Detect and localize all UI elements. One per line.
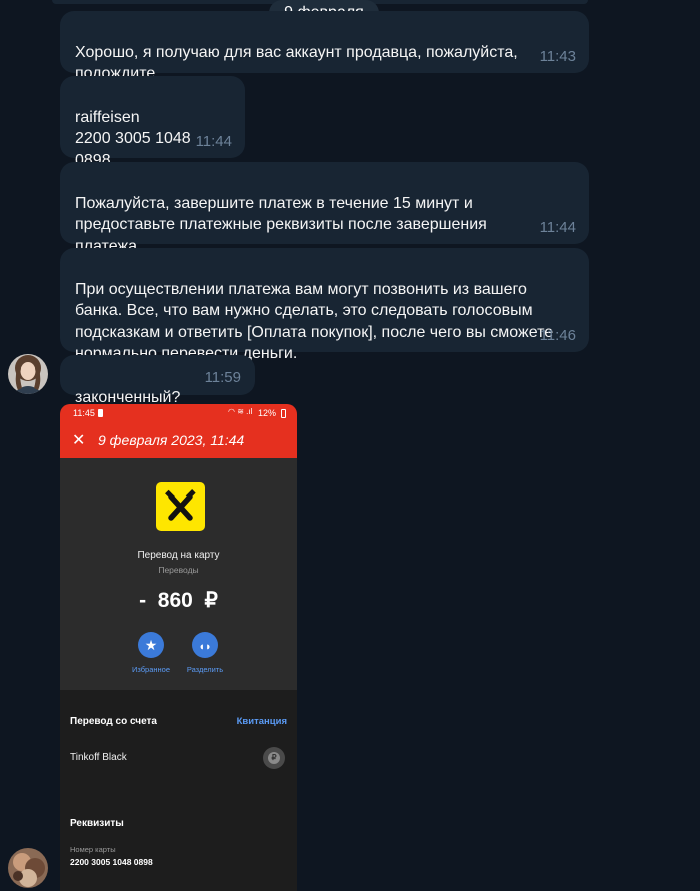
split-button[interactable]: ◖◗ [192, 632, 218, 658]
operation-summary: Перевод на карту Переводы - 860 ₽ ★ ◖◗ И… [60, 458, 297, 690]
from-account-label: Перевод со счета [70, 716, 157, 727]
details-label: Реквизиты [70, 818, 124, 829]
message-time: 11:44 [539, 218, 576, 236]
message-text: При осуществлении платежа вам могут позв… [75, 280, 554, 363]
card-number: 2200 3005 1048 0898 [70, 857, 153, 867]
notification-icon [98, 409, 103, 417]
split-label: Разделить [186, 665, 224, 674]
status-time: 11:45 [73, 408, 95, 418]
message-time: 11:46 [539, 326, 576, 344]
receipt-header: ✕ 9 февраля 2023, 11:44 [60, 424, 297, 458]
operation-category: Переводы [158, 565, 199, 575]
star-icon: ★ [144, 637, 158, 653]
message-bubble[interactable]: Хорошо, я получаю для вас аккаунт продав… [60, 11, 589, 82]
message-bubble[interactable]: При осуществлении платежа вам могут позв… [60, 248, 589, 362]
operation-details: Перевод со счета Квитанция Tinkoff Black… [60, 690, 297, 891]
raiffeisen-logo-icon [156, 482, 205, 531]
split-icon: ◖◗ [198, 641, 212, 653]
message-bubble[interactable]: Пожалуйста, завершите платеж в течение 1… [60, 162, 589, 255]
message-time: 11:59 [204, 368, 241, 386]
favorite-button[interactable]: ★ [138, 632, 164, 658]
status-battery: 12% [258, 408, 277, 418]
user-avatar[interactable] [8, 848, 48, 888]
signal-icon: ◠ ≋ .ıl [228, 407, 253, 416]
sender-avatar[interactable] [8, 354, 48, 394]
message-time: 11:44 [195, 132, 232, 150]
close-icon[interactable]: ✕ [72, 430, 85, 450]
message-time: 11:43 [539, 47, 576, 65]
operation-amount: - 860 ₽ [139, 589, 218, 612]
battery-icon [281, 409, 286, 418]
favorite-label: Избранное [131, 665, 170, 674]
card-number-label: Номер карты [70, 845, 116, 854]
ruble-account-icon: ₽ [263, 747, 285, 769]
receipt-date-title: 9 февраля 2023, 11:44 [98, 432, 245, 448]
receipt-link[interactable]: Квитанция [237, 716, 287, 727]
account-name: Tinkoff Black [70, 752, 127, 763]
receipt-screenshot[interactable]: 11:45 ◠ ≋ .ıl 12% ✕ 9 февраля 2023, 11:4… [60, 404, 297, 891]
message-bubble[interactable]: законченный? 11:59 [60, 355, 255, 406]
operation-title: Перевод на карту [137, 550, 220, 561]
phone-status-bar: 11:45 ◠ ≋ .ıl 12% [60, 404, 297, 424]
message-bubble[interactable]: raiffeisen 2200 3005 1048 0898 Денис Ш 1… [60, 76, 245, 190]
